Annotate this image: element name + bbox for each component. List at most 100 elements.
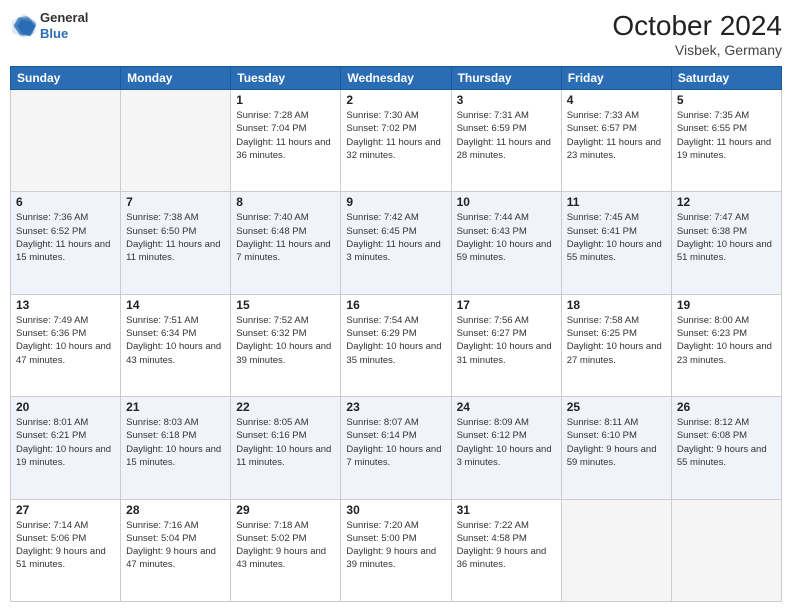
calendar-week-row: 6 Sunrise: 7:36 AM Sunset: 6:52 PM Daylig…: [11, 192, 782, 294]
calendar-page: General Blue October 2024 Visbek, German…: [0, 0, 792, 612]
table-row: 24 Sunrise: 8:09 AM Sunset: 6:12 PM Dayli…: [451, 397, 561, 499]
logo-icon: [10, 12, 38, 40]
day-number: 11: [567, 195, 666, 209]
cell-details: Sunrise: 7:28 AM Sunset: 7:04 PM Dayligh…: [236, 109, 335, 162]
table-row: 11Sunrise: 7:45 AM Sunset: 6:41 PM Dayli…: [561, 192, 671, 294]
cell-details: Sunrise: 7:44 AM Sunset: 6:43 PM Dayligh…: [457, 211, 556, 264]
col-saturday: Saturday: [671, 67, 781, 90]
day-number: 27: [16, 503, 115, 517]
day-number: 23: [346, 400, 445, 414]
table-row: 29 Sunrise: 7:18 AM Sunset: 5:02 PM Dayli…: [231, 499, 341, 601]
calendar-header-row: Sunday Monday Tuesday Wednesday Thursday…: [11, 67, 782, 90]
day-number: 3: [457, 93, 556, 107]
day-number: 10: [457, 195, 556, 209]
cell-details: Sunrise: 8:00 AM Sunset: 6:23 PM Dayligh…: [677, 314, 776, 367]
calendar-table: Sunday Monday Tuesday Wednesday Thursday…: [10, 66, 782, 602]
table-row: 30 Sunrise: 7:20 AM Sunset: 5:00 PM Dayli…: [341, 499, 451, 601]
header: General Blue October 2024 Visbek, German…: [10, 10, 782, 58]
table-row: 18 Sunrise: 7:58 AM Sunset: 6:25 PM Dayli…: [561, 294, 671, 396]
calendar-week-row: 13Sunrise: 7:49 AM Sunset: 6:36 PM Dayli…: [11, 294, 782, 396]
cell-details: Sunrise: 7:22 AM Sunset: 4:58 PM Dayligh…: [457, 519, 556, 572]
day-number: 21: [126, 400, 225, 414]
logo-text: General Blue: [40, 10, 88, 41]
day-number: 2: [346, 93, 445, 107]
cell-details: Sunrise: 7:20 AM Sunset: 5:00 PM Dayligh…: [346, 519, 445, 572]
logo-general: General: [40, 10, 88, 26]
col-thursday: Thursday: [451, 67, 561, 90]
cell-details: Sunrise: 7:51 AM Sunset: 6:34 PM Dayligh…: [126, 314, 225, 367]
table-row: 15 Sunrise: 7:52 AM Sunset: 6:32 PM Dayli…: [231, 294, 341, 396]
day-number: 31: [457, 503, 556, 517]
day-number: 6: [16, 195, 115, 209]
table-row: 16Sunrise: 7:54 AM Sunset: 6:29 PM Dayli…: [341, 294, 451, 396]
day-number: 1: [236, 93, 335, 107]
day-number: 19: [677, 298, 776, 312]
cell-details: Sunrise: 8:05 AM Sunset: 6:16 PM Dayligh…: [236, 416, 335, 469]
cell-details: Sunrise: 7:36 AM Sunset: 6:52 PM Dayligh…: [16, 211, 115, 264]
calendar-week-row: 1 Sunrise: 7:28 AM Sunset: 7:04 PM Daylig…: [11, 90, 782, 192]
cell-details: Sunrise: 7:38 AM Sunset: 6:50 PM Dayligh…: [126, 211, 225, 264]
table-row: 10 Sunrise: 7:44 AM Sunset: 6:43 PM Dayli…: [451, 192, 561, 294]
day-number: 4: [567, 93, 666, 107]
cell-details: Sunrise: 8:03 AM Sunset: 6:18 PM Dayligh…: [126, 416, 225, 469]
cell-details: Sunrise: 7:54 AM Sunset: 6:29 PM Dayligh…: [346, 314, 445, 367]
cell-details: Sunrise: 7:18 AM Sunset: 5:02 PM Dayligh…: [236, 519, 335, 572]
cell-details: Sunrise: 7:40 AM Sunset: 6:48 PM Dayligh…: [236, 211, 335, 264]
table-row: [561, 499, 671, 601]
table-row: 6 Sunrise: 7:36 AM Sunset: 6:52 PM Daylig…: [11, 192, 121, 294]
day-number: 24: [457, 400, 556, 414]
table-row: [11, 90, 121, 192]
cell-details: Sunrise: 8:11 AM Sunset: 6:10 PM Dayligh…: [567, 416, 666, 469]
day-number: 8: [236, 195, 335, 209]
table-row: 17 Sunrise: 7:56 AM Sunset: 6:27 PM Dayli…: [451, 294, 561, 396]
table-row: 27 Sunrise: 7:14 AM Sunset: 5:06 PM Dayli…: [11, 499, 121, 601]
table-row: 14 Sunrise: 7:51 AM Sunset: 6:34 PM Dayli…: [121, 294, 231, 396]
day-number: 14: [126, 298, 225, 312]
cell-details: Sunrise: 7:33 AM Sunset: 6:57 PM Dayligh…: [567, 109, 666, 162]
cell-details: Sunrise: 7:56 AM Sunset: 6:27 PM Dayligh…: [457, 314, 556, 367]
location: Visbek, Germany: [612, 42, 782, 58]
cell-details: Sunrise: 7:49 AM Sunset: 6:36 PM Dayligh…: [16, 314, 115, 367]
cell-details: Sunrise: 7:42 AM Sunset: 6:45 PM Dayligh…: [346, 211, 445, 264]
col-wednesday: Wednesday: [341, 67, 451, 90]
day-number: 26: [677, 400, 776, 414]
table-row: 7 Sunrise: 7:38 AM Sunset: 6:50 PM Daylig…: [121, 192, 231, 294]
table-row: 22Sunrise: 8:05 AM Sunset: 6:16 PM Dayli…: [231, 397, 341, 499]
day-number: 5: [677, 93, 776, 107]
day-number: 18: [567, 298, 666, 312]
cell-details: Sunrise: 7:58 AM Sunset: 6:25 PM Dayligh…: [567, 314, 666, 367]
cell-details: Sunrise: 8:12 AM Sunset: 6:08 PM Dayligh…: [677, 416, 776, 469]
table-row: 1 Sunrise: 7:28 AM Sunset: 7:04 PM Daylig…: [231, 90, 341, 192]
cell-details: Sunrise: 8:09 AM Sunset: 6:12 PM Dayligh…: [457, 416, 556, 469]
table-row: 12 Sunrise: 7:47 AM Sunset: 6:38 PM Dayli…: [671, 192, 781, 294]
logo-blue: Blue: [40, 26, 88, 42]
day-number: 17: [457, 298, 556, 312]
day-number: 28: [126, 503, 225, 517]
table-row: 20Sunrise: 8:01 AM Sunset: 6:21 PM Dayli…: [11, 397, 121, 499]
logo: General Blue: [10, 10, 88, 41]
table-row: 13Sunrise: 7:49 AM Sunset: 6:36 PM Dayli…: [11, 294, 121, 396]
day-number: 29: [236, 503, 335, 517]
table-row: 19 Sunrise: 8:00 AM Sunset: 6:23 PM Dayli…: [671, 294, 781, 396]
cell-details: Sunrise: 8:07 AM Sunset: 6:14 PM Dayligh…: [346, 416, 445, 469]
table-row: 2Sunrise: 7:30 AM Sunset: 7:02 PM Daylig…: [341, 90, 451, 192]
day-number: 7: [126, 195, 225, 209]
table-row: 8 Sunrise: 7:40 AM Sunset: 6:48 PM Daylig…: [231, 192, 341, 294]
table-row: 5 Sunrise: 7:35 AM Sunset: 6:55 PM Daylig…: [671, 90, 781, 192]
cell-details: Sunrise: 7:14 AM Sunset: 5:06 PM Dayligh…: [16, 519, 115, 572]
table-row: 25Sunrise: 8:11 AM Sunset: 6:10 PM Dayli…: [561, 397, 671, 499]
col-friday: Friday: [561, 67, 671, 90]
cell-details: Sunrise: 7:52 AM Sunset: 6:32 PM Dayligh…: [236, 314, 335, 367]
day-number: 15: [236, 298, 335, 312]
cell-details: Sunrise: 7:47 AM Sunset: 6:38 PM Dayligh…: [677, 211, 776, 264]
table-row: 3Sunrise: 7:31 AM Sunset: 6:59 PM Daylig…: [451, 90, 561, 192]
day-number: 12: [677, 195, 776, 209]
table-row: 9Sunrise: 7:42 AM Sunset: 6:45 PM Daylig…: [341, 192, 451, 294]
col-tuesday: Tuesday: [231, 67, 341, 90]
table-row: 28Sunrise: 7:16 AM Sunset: 5:04 PM Dayli…: [121, 499, 231, 601]
day-number: 30: [346, 503, 445, 517]
table-row: 23 Sunrise: 8:07 AM Sunset: 6:14 PM Dayli…: [341, 397, 451, 499]
cell-details: Sunrise: 8:01 AM Sunset: 6:21 PM Dayligh…: [16, 416, 115, 469]
cell-details: Sunrise: 7:35 AM Sunset: 6:55 PM Dayligh…: [677, 109, 776, 162]
month-year: October 2024: [612, 10, 782, 42]
